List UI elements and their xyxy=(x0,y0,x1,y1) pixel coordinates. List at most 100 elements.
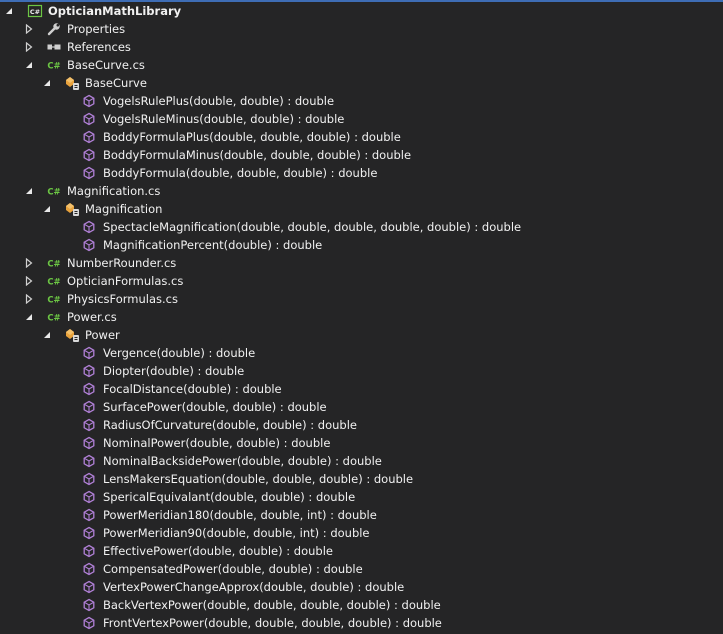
method-cube-icon xyxy=(81,435,97,451)
method-node[interactable]: CompensatedPower(double, double) : doubl… xyxy=(0,560,723,578)
method-label: SurfacePower(double, double) : double xyxy=(103,400,327,414)
file-node[interactable]: C# PhysicsFormulas.cs xyxy=(0,290,723,308)
svg-text:C#: C# xyxy=(47,314,60,324)
project-node[interactable]: C# OpticianMathLibrary xyxy=(0,2,723,20)
method-label: BackVertexPower(double, double, double, … xyxy=(103,598,441,612)
method-node[interactable]: BoddyFormulaPlus(double, double, double)… xyxy=(0,128,723,146)
chevron-expanded-icon[interactable] xyxy=(22,308,36,326)
properties-label: Properties xyxy=(67,22,126,36)
file-node[interactable]: C# BaseCurve.cs xyxy=(0,56,723,74)
method-label: SpectacleMagnification(double, double, d… xyxy=(103,220,522,234)
class-node[interactable]: Magnification xyxy=(0,200,723,218)
method-node[interactable]: VogelsRuleMinus(double, double) : double xyxy=(0,110,723,128)
file-node[interactable]: C# NumberRounder.cs xyxy=(0,254,723,272)
chevron-collapsed-icon[interactable] xyxy=(22,20,36,38)
method-cube-icon xyxy=(81,417,97,433)
file-label: OpticianFormulas.cs xyxy=(67,274,184,288)
method-node[interactable]: SpectacleMagnification(double, double, d… xyxy=(0,218,723,236)
method-cube-icon xyxy=(81,561,97,577)
svg-text:C#: C# xyxy=(47,260,60,270)
method-node[interactable]: LensMakersEquation(double, double, doubl… xyxy=(0,470,723,488)
file-node[interactable]: C# OpticianFormulas.cs xyxy=(0,272,723,290)
method-node[interactable]: MagnificationPercent(double) : double xyxy=(0,236,723,254)
method-cube-icon xyxy=(81,147,97,163)
method-cube-icon xyxy=(81,471,97,487)
chevron-collapsed-icon[interactable] xyxy=(22,290,36,308)
method-node[interactable]: Vergence(double) : double xyxy=(0,344,723,362)
svg-text:C#: C# xyxy=(47,278,60,288)
method-node[interactable]: NominalBacksidePower(double, double) : d… xyxy=(0,452,723,470)
method-label: SpericalEquivalant(double, double) : dou… xyxy=(103,490,356,504)
method-label: CompensatedPower(double, double) : doubl… xyxy=(103,562,363,576)
method-node[interactable]: PowerMeridian90(double, double, int) : d… xyxy=(0,524,723,542)
method-node[interactable]: BackVertexPower(double, double, double, … xyxy=(0,596,723,614)
chevron-expanded-icon[interactable] xyxy=(2,2,16,20)
method-node[interactable]: FrontVertexPower(double, double, double,… xyxy=(0,614,723,632)
method-cube-icon xyxy=(81,507,97,523)
method-cube-icon xyxy=(81,579,97,595)
method-node[interactable]: BoddyFormula(double, double, double) : d… xyxy=(0,164,723,182)
method-label: PowerMeridian90(double, double, int) : d… xyxy=(103,526,370,540)
method-node[interactable]: Diopter(double) : double xyxy=(0,362,723,380)
chevron-collapsed-icon[interactable] xyxy=(22,38,36,56)
method-label: BoddyFormulaPlus(double, double, double)… xyxy=(103,130,401,144)
method-label: MagnificationPercent(double) : double xyxy=(103,238,323,252)
method-label: Diopter(double) : double xyxy=(103,364,245,378)
file-node[interactable]: C# Magnification.cs xyxy=(0,182,723,200)
method-cube-icon xyxy=(81,615,97,631)
method-label: FocalDistance(double) : double xyxy=(103,382,282,396)
csharp-file-icon: C# xyxy=(46,273,62,289)
class-label: BaseCurve xyxy=(85,76,147,90)
class-node[interactable]: Power xyxy=(0,326,723,344)
method-cube-icon xyxy=(81,525,97,541)
chevron-collapsed-icon[interactable] xyxy=(22,254,36,272)
references-node[interactable]: References xyxy=(0,38,723,56)
method-node[interactable]: FocalDistance(double) : double xyxy=(0,380,723,398)
method-cube-icon xyxy=(81,93,97,109)
method-label: NominalBacksidePower(double, double) : d… xyxy=(103,454,382,468)
method-cube-icon xyxy=(81,129,97,145)
svg-text:C#: C# xyxy=(47,62,60,72)
chevron-expanded-icon[interactable] xyxy=(40,200,54,218)
references-label: References xyxy=(67,40,131,54)
method-node[interactable]: SurfacePower(double, double) : double xyxy=(0,398,723,416)
csharp-file-icon: C# xyxy=(46,309,62,325)
file-node[interactable]: C# Power.cs xyxy=(0,308,723,326)
method-cube-icon xyxy=(81,543,97,559)
class-icon xyxy=(64,75,80,91)
method-label: BoddyFormulaMinus(double, double, double… xyxy=(103,148,412,162)
csharp-project-icon: C# xyxy=(27,3,43,19)
method-label: BoddyFormula(double, double, double) : d… xyxy=(103,166,378,180)
method-label: NominalPower(double, double) : double xyxy=(103,436,331,450)
chevron-expanded-icon[interactable] xyxy=(22,56,36,74)
class-icon xyxy=(64,201,80,217)
method-node[interactable]: VogelsRulePlus(double, double) : double xyxy=(0,92,723,110)
file-label: Magnification.cs xyxy=(67,184,161,198)
csharp-file-icon: C# xyxy=(46,57,62,73)
method-node[interactable]: BoddyFormulaMinus(double, double, double… xyxy=(0,146,723,164)
class-icon xyxy=(64,327,80,343)
file-label: Power.cs xyxy=(67,310,117,324)
chevron-expanded-icon[interactable] xyxy=(40,326,54,344)
chevron-expanded-icon[interactable] xyxy=(40,74,54,92)
method-node[interactable]: EffectivePower(double, double) : double xyxy=(0,542,723,560)
class-node[interactable]: BaseCurve xyxy=(0,74,723,92)
properties-node[interactable]: Properties xyxy=(0,20,723,38)
method-cube-icon xyxy=(81,219,97,235)
method-cube-icon xyxy=(81,363,97,379)
method-label: VertexPowerChangeApprox(double, double) … xyxy=(103,580,405,594)
method-label: PowerMeridian180(double, double, int) : … xyxy=(103,508,377,522)
method-node[interactable]: NominalPower(double, double) : double xyxy=(0,434,723,452)
method-node[interactable]: PowerMeridian180(double, double, int) : … xyxy=(0,506,723,524)
method-node[interactable]: SpericalEquivalant(double, double) : dou… xyxy=(0,488,723,506)
file-label: NumberRounder.cs xyxy=(67,256,177,270)
references-icon xyxy=(46,39,62,55)
method-label: VogelsRuleMinus(double, double) : double xyxy=(103,112,345,126)
method-label: RadiusOfCurvature(double, double) : doub… xyxy=(103,418,357,432)
method-cube-icon xyxy=(81,237,97,253)
method-node[interactable]: RadiusOfCurvature(double, double) : doub… xyxy=(0,416,723,434)
chevron-expanded-icon[interactable] xyxy=(22,182,36,200)
csharp-file-icon: C# xyxy=(46,255,62,271)
chevron-collapsed-icon[interactable] xyxy=(22,272,36,290)
method-node[interactable]: VertexPowerChangeApprox(double, double) … xyxy=(0,578,723,596)
